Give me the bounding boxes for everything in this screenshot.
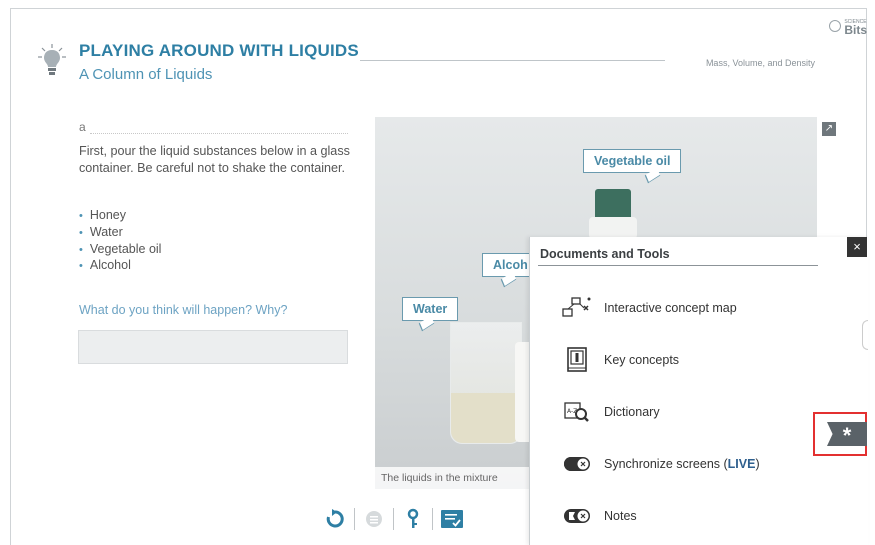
tool-label: Interactive concept map — [604, 301, 737, 315]
tool-notes[interactable]: Notes — [562, 503, 637, 529]
tool-label: Notes — [604, 509, 637, 523]
reset-icon[interactable] — [320, 504, 350, 534]
panel-title: Documents and Tools — [540, 247, 670, 261]
toolbar-divider — [354, 508, 355, 530]
panel-divider — [538, 265, 818, 266]
label-text: Alcoh — [493, 258, 528, 272]
tool-dictionary[interactable]: A-Z Dictionary — [562, 399, 660, 425]
documents-tools-panel: Documents and Tools Interactive concept … — [529, 237, 868, 545]
label-text: Water — [413, 302, 448, 316]
tool-label: Key concepts — [604, 353, 680, 367]
liquids-list: Honey Water Vegetable oil Alcohol — [79, 207, 162, 274]
solution-key-icon[interactable] — [398, 504, 428, 534]
side-handle[interactable] — [862, 320, 868, 350]
tool-label: Synchronize screens (LIVE) — [604, 457, 760, 471]
tool-label-text: Synchronize screens ( — [604, 457, 728, 471]
bottom-toolbar — [320, 504, 467, 534]
tool-label-end: ) — [755, 457, 760, 471]
lightbulb-icon — [36, 42, 68, 78]
section-divider — [90, 133, 348, 134]
brand-logo: SCIENCE Bits — [829, 18, 867, 37]
question-text: What do you think will happen? Why? — [79, 303, 288, 317]
list-item: Honey — [79, 207, 161, 224]
asterisk-icon: * — [827, 422, 867, 446]
key-concepts-icon — [562, 347, 592, 373]
dictionary-icon: A-Z — [562, 399, 592, 425]
chapter-label: Mass, Volume, and Density — [705, 58, 815, 68]
bottle-cap — [595, 189, 631, 219]
notes-icon — [562, 503, 592, 529]
toolbar-divider — [432, 508, 433, 530]
tool-label: Dictionary — [604, 405, 660, 419]
label-text: Vegetable oil — [594, 154, 671, 168]
label-vegetable-oil: Vegetable oil — [583, 149, 682, 184]
live-label: LIVE — [727, 457, 756, 471]
section-letter: a — [79, 120, 86, 134]
answer-input[interactable] — [78, 330, 348, 364]
brand-name: Bits — [844, 23, 867, 37]
toolbar-divider — [393, 508, 394, 530]
feedback-icon[interactable] — [359, 504, 389, 534]
glass — [450, 322, 522, 444]
tool-concept-map[interactable]: Interactive concept map — [562, 295, 737, 321]
label-water: Water — [402, 297, 459, 332]
documents-tools-tab[interactable]: * — [813, 412, 867, 456]
concept-map-icon — [562, 295, 592, 321]
photo-caption: The liquids in the mixture — [375, 467, 531, 489]
page-title: PLAYING AROUND WITH LIQUIDS — [79, 41, 359, 60]
liquid-layer — [451, 393, 521, 443]
close-icon[interactable]: × — [847, 237, 867, 257]
header-divider — [360, 60, 665, 61]
bottle-neck — [589, 217, 637, 239]
tool-key-concepts[interactable]: Key concepts — [562, 347, 679, 373]
brand-mark-icon — [829, 20, 842, 32]
instructions-text: First, pour the liquid substances below … — [79, 144, 350, 175]
expand-icon[interactable]: ↗ — [822, 122, 836, 136]
page-subtitle: A Column of Liquids — [79, 66, 213, 83]
list-item: Water — [79, 224, 161, 241]
list-item: Vegetable oil — [79, 241, 162, 258]
checklist-icon[interactable] — [437, 504, 467, 534]
tool-synchronize[interactable]: Synchronize screens (LIVE) — [562, 451, 760, 477]
toggle-icon[interactable] — [562, 451, 592, 477]
list-item: Alcohol — [79, 257, 161, 274]
